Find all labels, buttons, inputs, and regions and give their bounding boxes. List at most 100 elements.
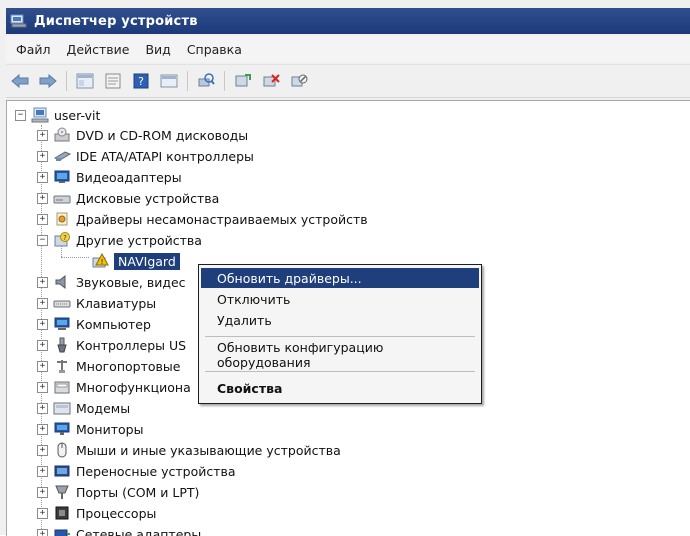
update-driver-icon bbox=[234, 73, 252, 89]
portable-device-icon bbox=[53, 463, 71, 479]
collapse-toggle[interactable]: − bbox=[37, 235, 48, 246]
expand-toggle[interactable]: + bbox=[37, 298, 48, 309]
expand-toggle[interactable]: + bbox=[37, 508, 48, 519]
usb-icon bbox=[53, 337, 71, 353]
menu-separator bbox=[205, 336, 475, 337]
toolbar: ? bbox=[6, 64, 690, 98]
other-devices-icon: ? bbox=[53, 232, 71, 248]
update-driver-button[interactable] bbox=[232, 70, 254, 92]
tree-item-modems[interactable]: + Модемы bbox=[37, 398, 130, 418]
expand-toggle[interactable]: + bbox=[37, 487, 48, 498]
expand-toggle[interactable]: + bbox=[37, 151, 48, 162]
context-menu: Обновить драйверы... Отключить Удалить О… bbox=[198, 264, 482, 404]
display-adapter-icon bbox=[53, 169, 71, 185]
expand-toggle[interactable]: + bbox=[37, 403, 48, 414]
tree-item-network-adapters[interactable]: + Сетевые адаптеры bbox=[37, 524, 201, 536]
expand-toggle[interactable]: + bbox=[37, 172, 48, 183]
menu-item-update-drivers[interactable]: Обновить драйверы... bbox=[201, 268, 479, 288]
view-button[interactable] bbox=[158, 70, 180, 92]
expand-toggle[interactable]: + bbox=[37, 319, 48, 330]
uninstall-icon bbox=[262, 73, 280, 89]
tree-root-label: user-vit bbox=[54, 108, 100, 123]
tree-item-portable-devices[interactable]: + Переносные устройства bbox=[37, 461, 236, 481]
forward-button[interactable] bbox=[37, 70, 59, 92]
tree-item-non-pnp-drivers[interactable]: + Драйверы несамонастраиваемых устройств bbox=[37, 209, 368, 229]
tree-item-mice[interactable]: + Мыши и иные указывающие устройства bbox=[37, 440, 341, 460]
sound-icon bbox=[53, 274, 71, 290]
multiport-icon bbox=[53, 358, 71, 374]
toolbar-separator bbox=[187, 71, 188, 91]
computer-root-icon bbox=[31, 107, 49, 123]
tree-root[interactable]: − user-vit bbox=[15, 105, 100, 125]
menu-item-uninstall[interactable]: Удалить bbox=[201, 310, 479, 330]
title-bar[interactable]: Диспетчер устройств bbox=[6, 8, 690, 34]
multifunction-icon bbox=[53, 379, 71, 395]
tree-guide-line bbox=[61, 257, 89, 258]
menu-help[interactable]: Справка bbox=[179, 42, 250, 57]
tree-item-navigard[interactable]: ! NAVIgard bbox=[91, 251, 180, 271]
device-manager-app-icon bbox=[10, 13, 28, 29]
menu-item-properties[interactable]: Свойства bbox=[201, 378, 479, 398]
keyboard-icon bbox=[53, 295, 71, 311]
expand-toggle[interactable]: + bbox=[37, 214, 48, 225]
tree-item-monitors[interactable]: + Мониторы bbox=[37, 419, 143, 439]
help-button[interactable]: ? bbox=[130, 70, 152, 92]
menu-separator bbox=[205, 371, 475, 372]
expand-toggle[interactable]: + bbox=[37, 382, 48, 393]
toolbar-separator bbox=[66, 71, 67, 91]
help-icon: ? bbox=[132, 73, 150, 89]
svg-text:!: ! bbox=[101, 258, 104, 266]
expand-toggle[interactable]: + bbox=[37, 277, 48, 288]
window-title: Диспетчер устройств bbox=[34, 14, 198, 29]
view-icon bbox=[160, 73, 178, 89]
tree-item-sound[interactable]: + Звуковые, видес bbox=[37, 272, 186, 292]
warning-device-icon: ! bbox=[91, 253, 109, 269]
tree-item-disk-drives[interactable]: + Дисковые устройства bbox=[37, 188, 219, 208]
menu-item-scan-hardware[interactable]: Обновить конфигурацию оборудования bbox=[201, 345, 479, 365]
monitor-icon bbox=[53, 421, 71, 437]
dvd-drive-icon bbox=[53, 127, 71, 143]
scan-hardware-button[interactable] bbox=[195, 70, 217, 92]
svg-text:?: ? bbox=[63, 234, 67, 242]
back-arrow-icon bbox=[11, 74, 29, 88]
scan-hardware-icon bbox=[197, 73, 215, 89]
expand-toggle[interactable]: + bbox=[37, 193, 48, 204]
tree-item-computer[interactable]: + Компьютер bbox=[37, 314, 151, 334]
port-icon bbox=[53, 484, 71, 500]
expand-toggle[interactable]: + bbox=[37, 340, 48, 351]
back-button[interactable] bbox=[9, 70, 31, 92]
modem-icon bbox=[53, 400, 71, 416]
tree-item-processors[interactable]: + Процессоры bbox=[37, 503, 156, 523]
tree-item-dvd[interactable]: + DVD и CD-ROM дисководы bbox=[37, 125, 248, 145]
tree-item-keyboards[interactable]: + Клавиатуры bbox=[37, 293, 156, 313]
tree-item-ide[interactable]: + IDE ATA/ATAPI контроллеры bbox=[37, 146, 254, 166]
tree-item-usb[interactable]: + Контроллеры US bbox=[37, 335, 186, 355]
properties-icon bbox=[104, 73, 122, 89]
expand-toggle[interactable]: + bbox=[37, 361, 48, 372]
toolbar-separator bbox=[224, 71, 225, 91]
menu-file[interactable]: Файл bbox=[6, 42, 59, 57]
expand-toggle[interactable]: + bbox=[37, 130, 48, 141]
disable-icon bbox=[290, 73, 308, 89]
svg-text:?: ? bbox=[138, 75, 144, 88]
console-tree-button[interactable] bbox=[74, 70, 96, 92]
tree-item-display-adapters[interactable]: + Видеоадаптеры bbox=[37, 167, 182, 187]
tree-item-other-devices[interactable]: − ? Другие устройства bbox=[37, 230, 202, 250]
expand-toggle[interactable]: + bbox=[37, 424, 48, 435]
menu-view[interactable]: Вид bbox=[137, 42, 178, 57]
show-hide-console-tree-icon bbox=[76, 73, 94, 89]
expand-toggle[interactable]: + bbox=[37, 445, 48, 456]
expand-toggle[interactable]: + bbox=[37, 466, 48, 477]
properties-button[interactable] bbox=[102, 70, 124, 92]
uninstall-button[interactable] bbox=[260, 70, 282, 92]
menu-action[interactable]: Действие bbox=[59, 42, 138, 57]
disk-drive-icon bbox=[53, 190, 71, 206]
collapse-toggle[interactable]: − bbox=[15, 110, 26, 121]
tree-item-multiport[interactable]: + Многопортовые bbox=[37, 356, 180, 376]
menu-item-disable[interactable]: Отключить bbox=[201, 289, 479, 309]
tree-item-multifunction[interactable]: + Многофункциона bbox=[37, 377, 191, 397]
device-manager-window: Диспетчер устройств Файл Действие Вид Сп… bbox=[0, 0, 690, 535]
tree-item-ports[interactable]: + Порты (COM и LPT) bbox=[37, 482, 199, 502]
disable-button[interactable] bbox=[288, 70, 310, 92]
mouse-icon bbox=[53, 442, 71, 458]
